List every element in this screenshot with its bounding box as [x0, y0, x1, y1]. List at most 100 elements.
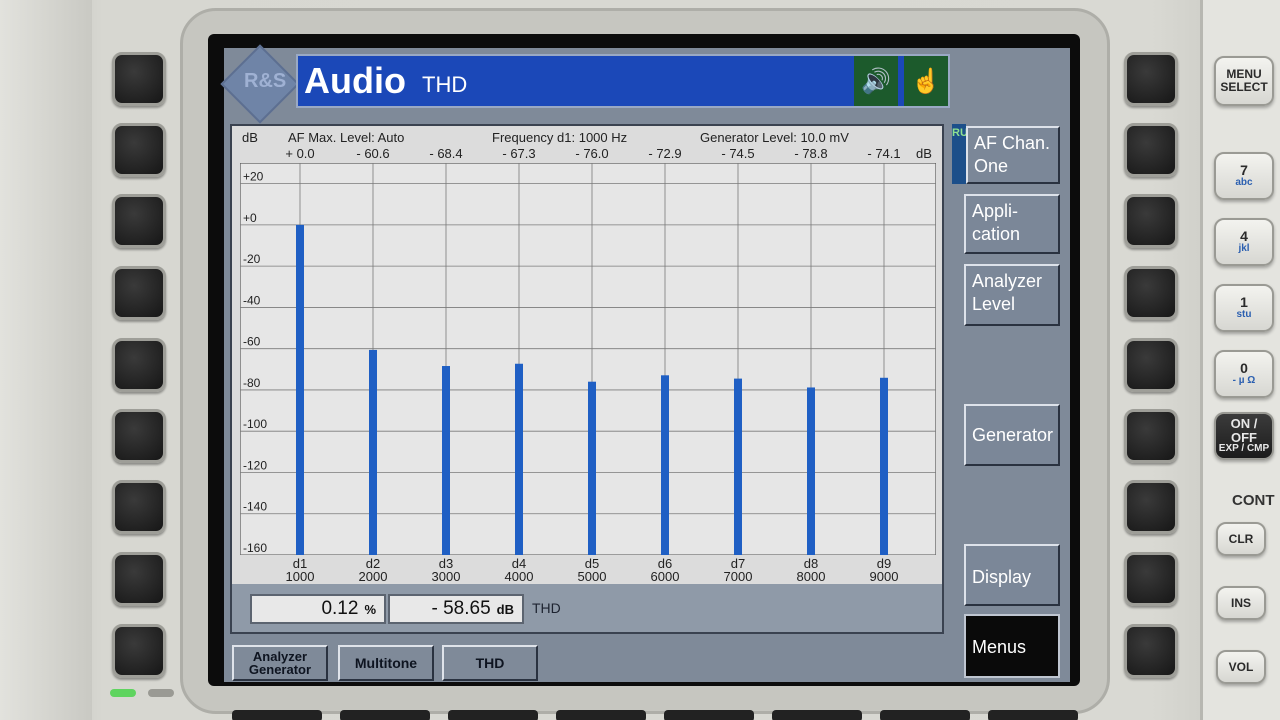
af-channel-label: AF Chan. One: [974, 133, 1051, 177]
x-label-d1: d1 1000: [270, 557, 330, 583]
af-max-level: AF Max. Level: Auto: [288, 130, 405, 145]
tab-thd-label: THD: [475, 655, 505, 671]
right-hardkey-7[interactable]: [1124, 480, 1178, 534]
left-hardkey-7[interactable]: [112, 480, 166, 534]
clr-button[interactable]: CLR: [1216, 522, 1266, 556]
tab-multitone-label: Multitone: [354, 655, 418, 671]
ins-button[interactable]: INS: [1216, 586, 1266, 620]
display-label: Display: [972, 567, 1032, 587]
application-softkey[interactable]: Appli- cation: [964, 194, 1060, 254]
left-hardkey-8[interactable]: [112, 552, 166, 606]
page-title: Audio: [304, 60, 406, 101]
right-hardkey-6[interactable]: [1124, 409, 1178, 463]
analyzer-level-label: Analyzer Level: [972, 271, 1043, 315]
menus-label: Menus: [972, 637, 1027, 657]
status-led: [148, 689, 174, 697]
left-hardkey-5[interactable]: [112, 338, 166, 392]
menu-select-button[interactable]: MENU SELECT: [1214, 56, 1274, 106]
key-0-label: 0: [1240, 360, 1248, 377]
x-label-d7: d7 7000: [708, 557, 768, 583]
thd-percent-value: 0.12: [321, 598, 359, 619]
vol-label: VOL: [1228, 659, 1254, 674]
harmonic-frequency: 5000: [577, 569, 607, 584]
menus-softkey[interactable]: Menus: [964, 614, 1060, 678]
harmonic-frequency: 3000: [431, 569, 461, 584]
harmonic-bar-d9: [880, 377, 888, 555]
bottom-hardkey-4[interactable]: [556, 710, 646, 720]
x-label-d4: d4 4000: [489, 557, 549, 583]
x-label-d8: d8 8000: [781, 557, 841, 583]
harmonic-bar-d3: [442, 366, 450, 555]
key-1-sublabel: stu: [1236, 309, 1252, 321]
right-hardkey-9[interactable]: [1124, 624, 1178, 678]
right-hardkey-5[interactable]: [1124, 338, 1178, 392]
y-tick-label: +20: [243, 170, 264, 184]
harmonic-frequency: 7000: [723, 569, 753, 584]
right-hardkey-1[interactable]: [1124, 52, 1178, 106]
display-softkey[interactable]: Display: [964, 544, 1060, 606]
key-0[interactable]: 0- µ Ω: [1214, 350, 1274, 398]
generator-softkey[interactable]: Generator: [964, 404, 1060, 466]
on-off-button[interactable]: ON / OFF EXP / CMP: [1214, 412, 1274, 460]
on-off-label: ON / OFF: [1230, 416, 1258, 445]
right-hardkey-8[interactable]: [1124, 552, 1178, 606]
bottom-hardkey-6[interactable]: [772, 710, 862, 720]
af-channel-softkey[interactable]: AF Chan. One: [966, 126, 1060, 184]
left-hardkey-9[interactable]: [112, 624, 166, 678]
harmonic-bar-chart: +20 +0 -20 -40 -60 -80 -100 -120 -140 -160: [240, 163, 936, 555]
y-tick-label: -140: [243, 500, 267, 514]
right-hardkey-3[interactable]: [1124, 194, 1178, 248]
bottom-hardkey-5[interactable]: [664, 710, 754, 720]
bottom-hardkey-8[interactable]: [988, 710, 1078, 720]
run-indicator: RUN: [952, 124, 976, 184]
thd-percent-readout: 0.12 %: [250, 594, 386, 624]
y-unit-label: dB: [242, 130, 258, 145]
touch-icon[interactable]: ☝: [904, 56, 948, 106]
bottom-hardkey-7[interactable]: [880, 710, 970, 720]
tab-thd[interactable]: THD: [442, 645, 538, 681]
left-hardkey-4[interactable]: [112, 266, 166, 320]
tab-analyzer-generator[interactable]: Analyzer Generator: [232, 645, 328, 681]
key-1[interactable]: 1 stu: [1214, 284, 1274, 332]
tab-analyzer-generator-label: Analyzer Generator: [248, 649, 312, 677]
bottom-hardkey-1[interactable]: [232, 710, 322, 720]
harmonic-level-d1: + 0.0: [285, 146, 315, 161]
right-hardkey-2[interactable]: [1124, 123, 1178, 177]
y-tick-label: -60: [243, 335, 261, 349]
thd-db-value: - 58.65: [431, 598, 491, 619]
speaker-icon[interactable]: 🔊: [854, 56, 898, 106]
thd-db-readout: - 58.65 dB: [388, 594, 524, 624]
x-label-d6: d6 6000: [635, 557, 695, 583]
thd-percent-unit: %: [364, 601, 376, 617]
rs-logo-text: R&S: [244, 70, 287, 92]
harmonic-level-d8: - 78.8: [794, 146, 828, 161]
y-tick-label: -160: [243, 541, 267, 555]
harmonic-level-d7: - 74.5: [721, 146, 755, 161]
left-hardkey-1[interactable]: [112, 52, 166, 106]
power-led: [110, 689, 136, 697]
harmonic-level-d2: - 60.6: [356, 146, 390, 161]
harmonic-bar-d1: [296, 224, 304, 555]
harmonic-bar-d7: [734, 378, 742, 555]
key-7[interactable]: 7 abc: [1214, 152, 1274, 200]
analyzer-level-softkey[interactable]: Analyzer Level: [964, 264, 1060, 326]
left-hardkey-2[interactable]: [112, 123, 166, 177]
left-hardkey-6[interactable]: [112, 409, 166, 463]
y-tick-label: +0: [243, 211, 257, 225]
harmonic-frequency: 8000: [796, 569, 826, 584]
right-hardkey-4[interactable]: [1124, 266, 1178, 320]
vol-button[interactable]: VOL: [1216, 650, 1266, 684]
left-hardkey-3[interactable]: [112, 194, 166, 248]
clr-label: CLR: [1228, 531, 1254, 546]
key-4[interactable]: 4 jkl: [1214, 218, 1274, 266]
bottom-hardkey-2[interactable]: [340, 710, 430, 720]
bottom-hardkey-3[interactable]: [448, 710, 538, 720]
y-tick-label: -40: [243, 293, 261, 307]
harmonic-level-d6: - 72.9: [648, 146, 682, 161]
tab-multitone[interactable]: Multitone: [338, 645, 434, 681]
harmonic-level-d4: - 67.3: [502, 146, 536, 161]
generator-label: Generator: [972, 425, 1054, 445]
exp-cmp-label: EXP / CMP: [1218, 443, 1270, 455]
key-7-sublabel: abc: [1235, 177, 1253, 189]
thd-label: THD: [532, 600, 561, 616]
